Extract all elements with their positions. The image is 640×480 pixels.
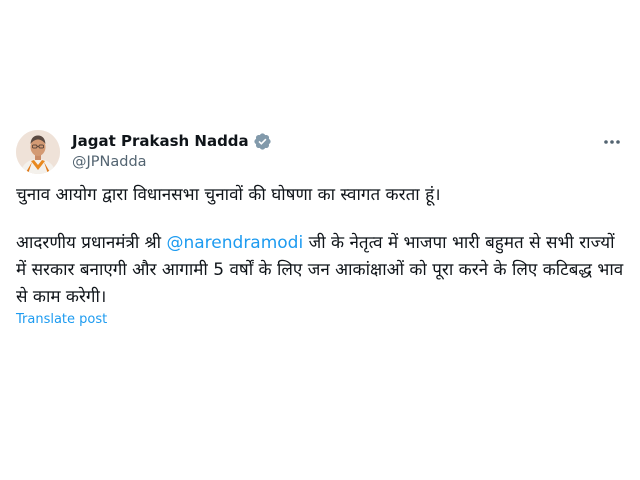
more-options-icon[interactable]	[600, 134, 624, 150]
post-text: चुनाव आयोग द्वारा विधानसभा चुनावों की घो…	[16, 182, 626, 311]
mention-link[interactable]: @narendramodi	[166, 233, 303, 253]
avatar[interactable]	[16, 130, 60, 174]
name-row: Jagat Prakash Nadda	[72, 131, 272, 151]
author-info: Jagat Prakash Nadda @JPNadda	[72, 131, 272, 170]
user-handle[interactable]: @JPNadda	[72, 154, 272, 170]
post: Jagat Prakash Nadda @JPNadda चुनाव आयोग …	[0, 0, 640, 480]
post-paragraph-2: आदरणीय प्रधानमंत्री श्री @narendramodi ज…	[16, 230, 626, 311]
post-paragraph-1: चुनाव आयोग द्वारा विधानसभा चुनावों की घो…	[16, 185, 441, 205]
verified-badge-icon[interactable]	[253, 132, 272, 151]
paragraph-2-prefix: आदरणीय प्रधानमंत्री श्री	[16, 233, 167, 253]
translate-post-link[interactable]: Translate post	[16, 312, 107, 327]
avatar-photo	[16, 130, 60, 174]
display-name[interactable]: Jagat Prakash Nadda	[72, 132, 249, 150]
